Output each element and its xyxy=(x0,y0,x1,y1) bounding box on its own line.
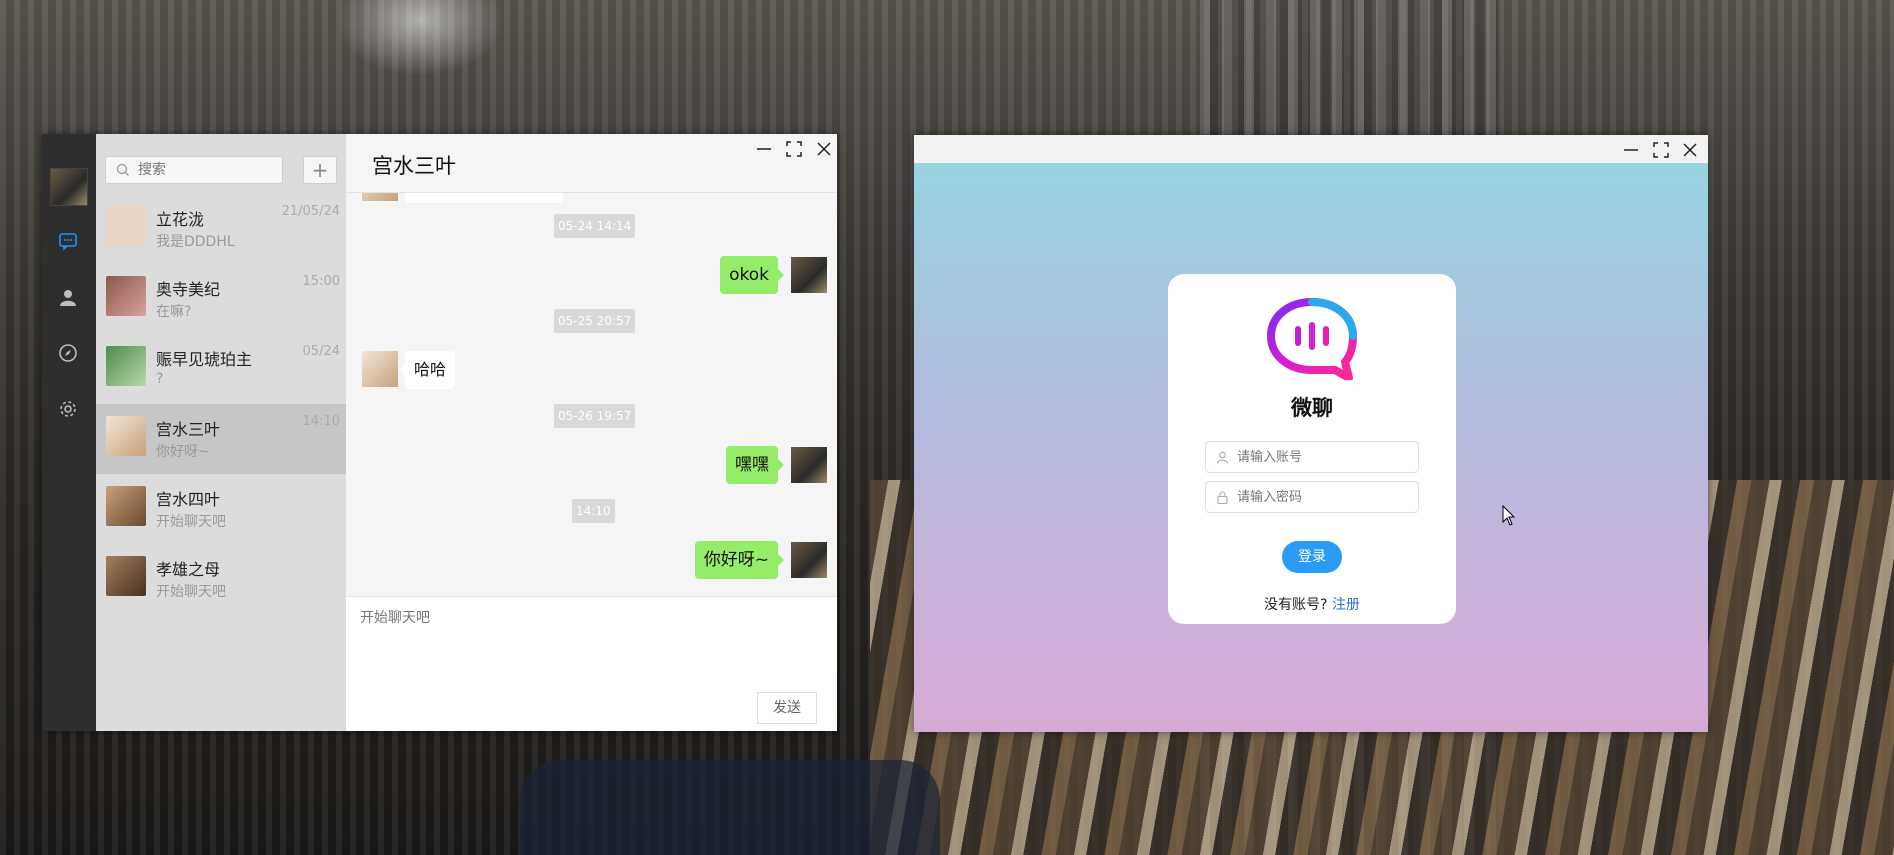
login-titlebar xyxy=(914,135,1708,163)
settings-icon[interactable] xyxy=(57,398,79,420)
search-box[interactable] xyxy=(105,156,283,184)
discover-icon[interactable] xyxy=(57,342,79,364)
received-message: 哈哈 xyxy=(398,351,456,389)
account-input[interactable] xyxy=(1235,448,1409,466)
password-input[interactable] xyxy=(1235,488,1409,506)
contacts-icon[interactable] xyxy=(57,286,79,308)
register-link[interactable]: 注册 xyxy=(1332,597,1360,613)
maximize-icon[interactable] xyxy=(1650,139,1672,161)
conversation-name: 宫水四叶 xyxy=(156,490,221,509)
conversation-time: 14:10 xyxy=(302,414,340,429)
password-field[interactable] xyxy=(1205,481,1419,513)
background-shadow xyxy=(520,760,940,855)
avatar xyxy=(791,447,827,483)
no-account-text: 没有账号? xyxy=(1264,597,1328,613)
time-chip: 05-26 19:57 xyxy=(554,404,636,428)
chat-title: 宫水三叶 xyxy=(372,154,456,178)
time-chip: 05-24 14:14 xyxy=(554,214,636,238)
chat-header: 宫水三叶 xyxy=(346,134,837,193)
avatar xyxy=(362,351,398,387)
avatar xyxy=(362,193,398,201)
register-prompt: 没有账号? 注册 xyxy=(1168,594,1456,614)
conversation-item[interactable]: 孝雄之母 开始聊天吧 xyxy=(96,544,346,614)
login-button[interactable]: 登录 xyxy=(1282,541,1342,573)
send-button[interactable]: 发送 xyxy=(757,692,817,724)
message-list[interactable]: 05-24 14:14 okok 05-25 20:57 哈哈 05-26 19… xyxy=(346,193,837,590)
avatar xyxy=(106,276,146,316)
user-icon xyxy=(1216,451,1229,464)
conversation-preview: 我是DDDHL xyxy=(156,234,235,250)
login-card: 微聊 登录 没有账号? 注册 xyxy=(1168,274,1456,624)
conversation-item[interactable]: 奥寺美纪 在嘛? 15:00 xyxy=(96,264,346,334)
close-icon[interactable] xyxy=(1679,139,1701,161)
avatar xyxy=(106,486,146,526)
message-input[interactable] xyxy=(358,605,822,689)
lock-icon xyxy=(1217,490,1228,504)
sent-message: okok xyxy=(720,256,784,294)
account-field[interactable] xyxy=(1205,441,1419,473)
search-input[interactable] xyxy=(136,161,280,179)
conversation-name: 孝雄之母 xyxy=(156,560,221,579)
close-icon[interactable] xyxy=(813,138,835,160)
time-chip: 05-25 20:57 xyxy=(554,309,636,333)
mouse-cursor-icon xyxy=(1502,505,1516,526)
minimize-icon[interactable] xyxy=(1620,139,1642,161)
chat-icon[interactable] xyxy=(57,230,79,252)
avatar xyxy=(106,556,146,596)
conversation-name: 宫水三叶 xyxy=(156,420,221,439)
app-logo-icon xyxy=(1267,298,1357,380)
avatar xyxy=(106,346,146,386)
user-avatar[interactable] xyxy=(50,168,88,206)
maximize-icon[interactable] xyxy=(783,138,805,160)
sent-message: 你好呀~ xyxy=(694,541,785,579)
conversation-name: 赈早见琥珀主 xyxy=(156,350,253,369)
add-button[interactable]: + xyxy=(303,156,337,184)
conversation-time: 21/05/24 xyxy=(281,204,340,219)
sent-message: 嘿嘿 xyxy=(726,446,784,484)
search-icon xyxy=(116,163,129,176)
conversation-preview: 你好呀~ xyxy=(156,444,210,460)
time-chip: 14:10 xyxy=(572,499,615,523)
chat-window: + 立花泷 我是DDDHL 21/05/24 奥寺美纪 在嘛? 15:00 赈早… xyxy=(42,134,837,731)
chat-nav-sidebar xyxy=(42,134,96,731)
conversation-preview: 开始聊天吧 xyxy=(156,584,226,600)
app-title: 微聊 xyxy=(1291,396,1333,420)
conversation-time: 15:00 xyxy=(302,274,340,289)
chat-panel: 宫水三叶 05-24 14:14 okok 05-25 20:57 哈哈 05-… xyxy=(346,134,837,731)
conversation-list: + 立花泷 我是DDDHL 21/05/24 奥寺美纪 在嘛? 15:00 赈早… xyxy=(96,134,346,731)
conversation-item[interactable]: 宫水四叶 开始聊天吧 xyxy=(96,474,346,544)
partial-message-bubble xyxy=(405,193,563,203)
avatar xyxy=(791,257,827,293)
conversation-name: 奥寺美纪 xyxy=(156,280,221,299)
conversation-time: 05/24 xyxy=(302,344,340,359)
conversation-preview: ? xyxy=(156,371,164,387)
conversation-preview: 开始聊天吧 xyxy=(156,514,226,530)
conversation-item[interactable]: 立花泷 我是DDDHL 21/05/24 xyxy=(96,194,346,264)
avatar xyxy=(106,206,146,246)
conversation-preview: 在嘛? xyxy=(156,304,192,320)
avatar xyxy=(106,416,146,456)
minimize-icon[interactable] xyxy=(753,138,775,160)
login-window: 微聊 登录 没有账号? 注册 xyxy=(914,135,1708,732)
conversation-item[interactable]: 赈早见琥珀主 ? 05/24 xyxy=(96,334,346,404)
conversation-name: 立花泷 xyxy=(156,210,205,229)
conversation-item-active[interactable]: 宫水三叶 你好呀~ 14:10 xyxy=(96,404,346,474)
avatar xyxy=(791,542,827,578)
message-composer: 发送 xyxy=(346,596,837,731)
